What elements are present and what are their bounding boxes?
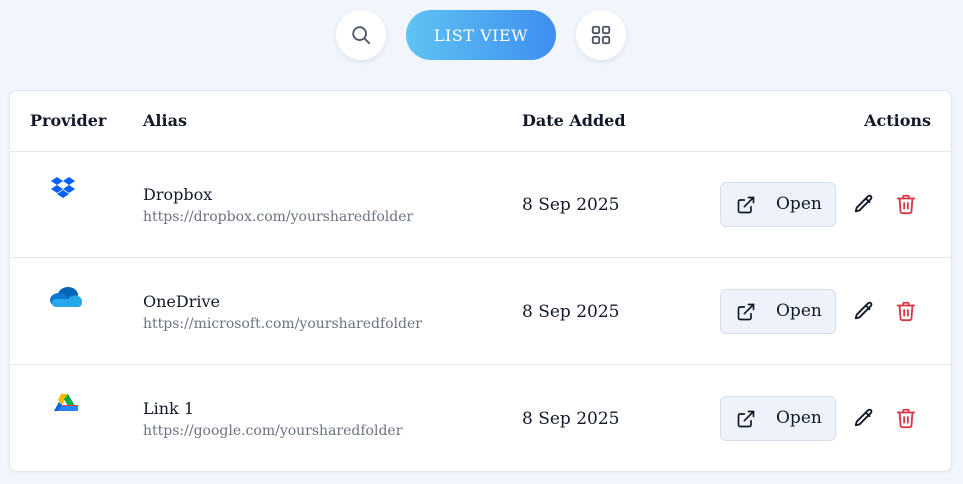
trash-icon[interactable]	[895, 193, 917, 215]
google-drive-icon	[54, 394, 78, 411]
alias-name: Dropbox	[143, 185, 213, 204]
table-row: Dropbox https://dropbox.com/yoursharedfo…	[10, 151, 951, 258]
shared-folders-table: Provider Alias Date Added Actions Dropbo…	[9, 90, 952, 472]
view-toolbar: LIST VIEW	[0, 10, 963, 60]
header-date-added: Date Added	[522, 111, 626, 130]
header-provider: Provider	[30, 111, 107, 130]
open-button[interactable]: Open	[720, 182, 836, 227]
trash-icon[interactable]	[895, 300, 917, 322]
search-icon	[352, 26, 371, 45]
header-actions: Actions	[864, 111, 931, 130]
header-alias: Alias	[143, 111, 187, 130]
table-header: Provider Alias Date Added Actions	[10, 91, 951, 152]
open-label: Open	[776, 194, 822, 214]
table-row: Link 1 https://google.com/yoursharedfold…	[10, 365, 951, 471]
search-button[interactable]	[336, 10, 386, 60]
pencil-icon[interactable]	[853, 407, 875, 429]
onedrive-icon	[50, 287, 82, 307]
list-view-button[interactable]: LIST VIEW	[406, 10, 556, 60]
alias-url: https://microsoft.com/yoursharedfolder	[143, 316, 422, 332]
alias-name: OneDrive	[143, 292, 220, 311]
trash-icon[interactable]	[895, 407, 917, 429]
external-link-icon	[737, 303, 755, 321]
pencil-icon[interactable]	[853, 193, 875, 215]
open-label: Open	[776, 301, 822, 321]
list-view-label: LIST VIEW	[433, 25, 529, 45]
external-link-icon	[737, 410, 755, 428]
grid-view-button[interactable]	[576, 10, 626, 60]
open-label: Open	[776, 408, 822, 428]
open-button[interactable]: Open	[720, 396, 836, 441]
open-button[interactable]: Open	[720, 289, 836, 334]
pencil-icon[interactable]	[853, 300, 875, 322]
date-added: 8 Sep 2025	[522, 409, 620, 429]
external-link-icon	[737, 196, 755, 214]
alias-url: https://dropbox.com/yoursharedfolder	[143, 209, 414, 225]
dropbox-icon	[51, 177, 75, 198]
table-row: OneDrive https://microsoft.com/yourshare…	[10, 258, 951, 365]
date-added: 8 Sep 2025	[522, 195, 620, 215]
grid-icon	[591, 25, 611, 45]
alias-name: Link 1	[143, 399, 195, 418]
date-added: 8 Sep 2025	[522, 302, 620, 322]
alias-url: https://google.com/yoursharedfolder	[143, 423, 403, 439]
